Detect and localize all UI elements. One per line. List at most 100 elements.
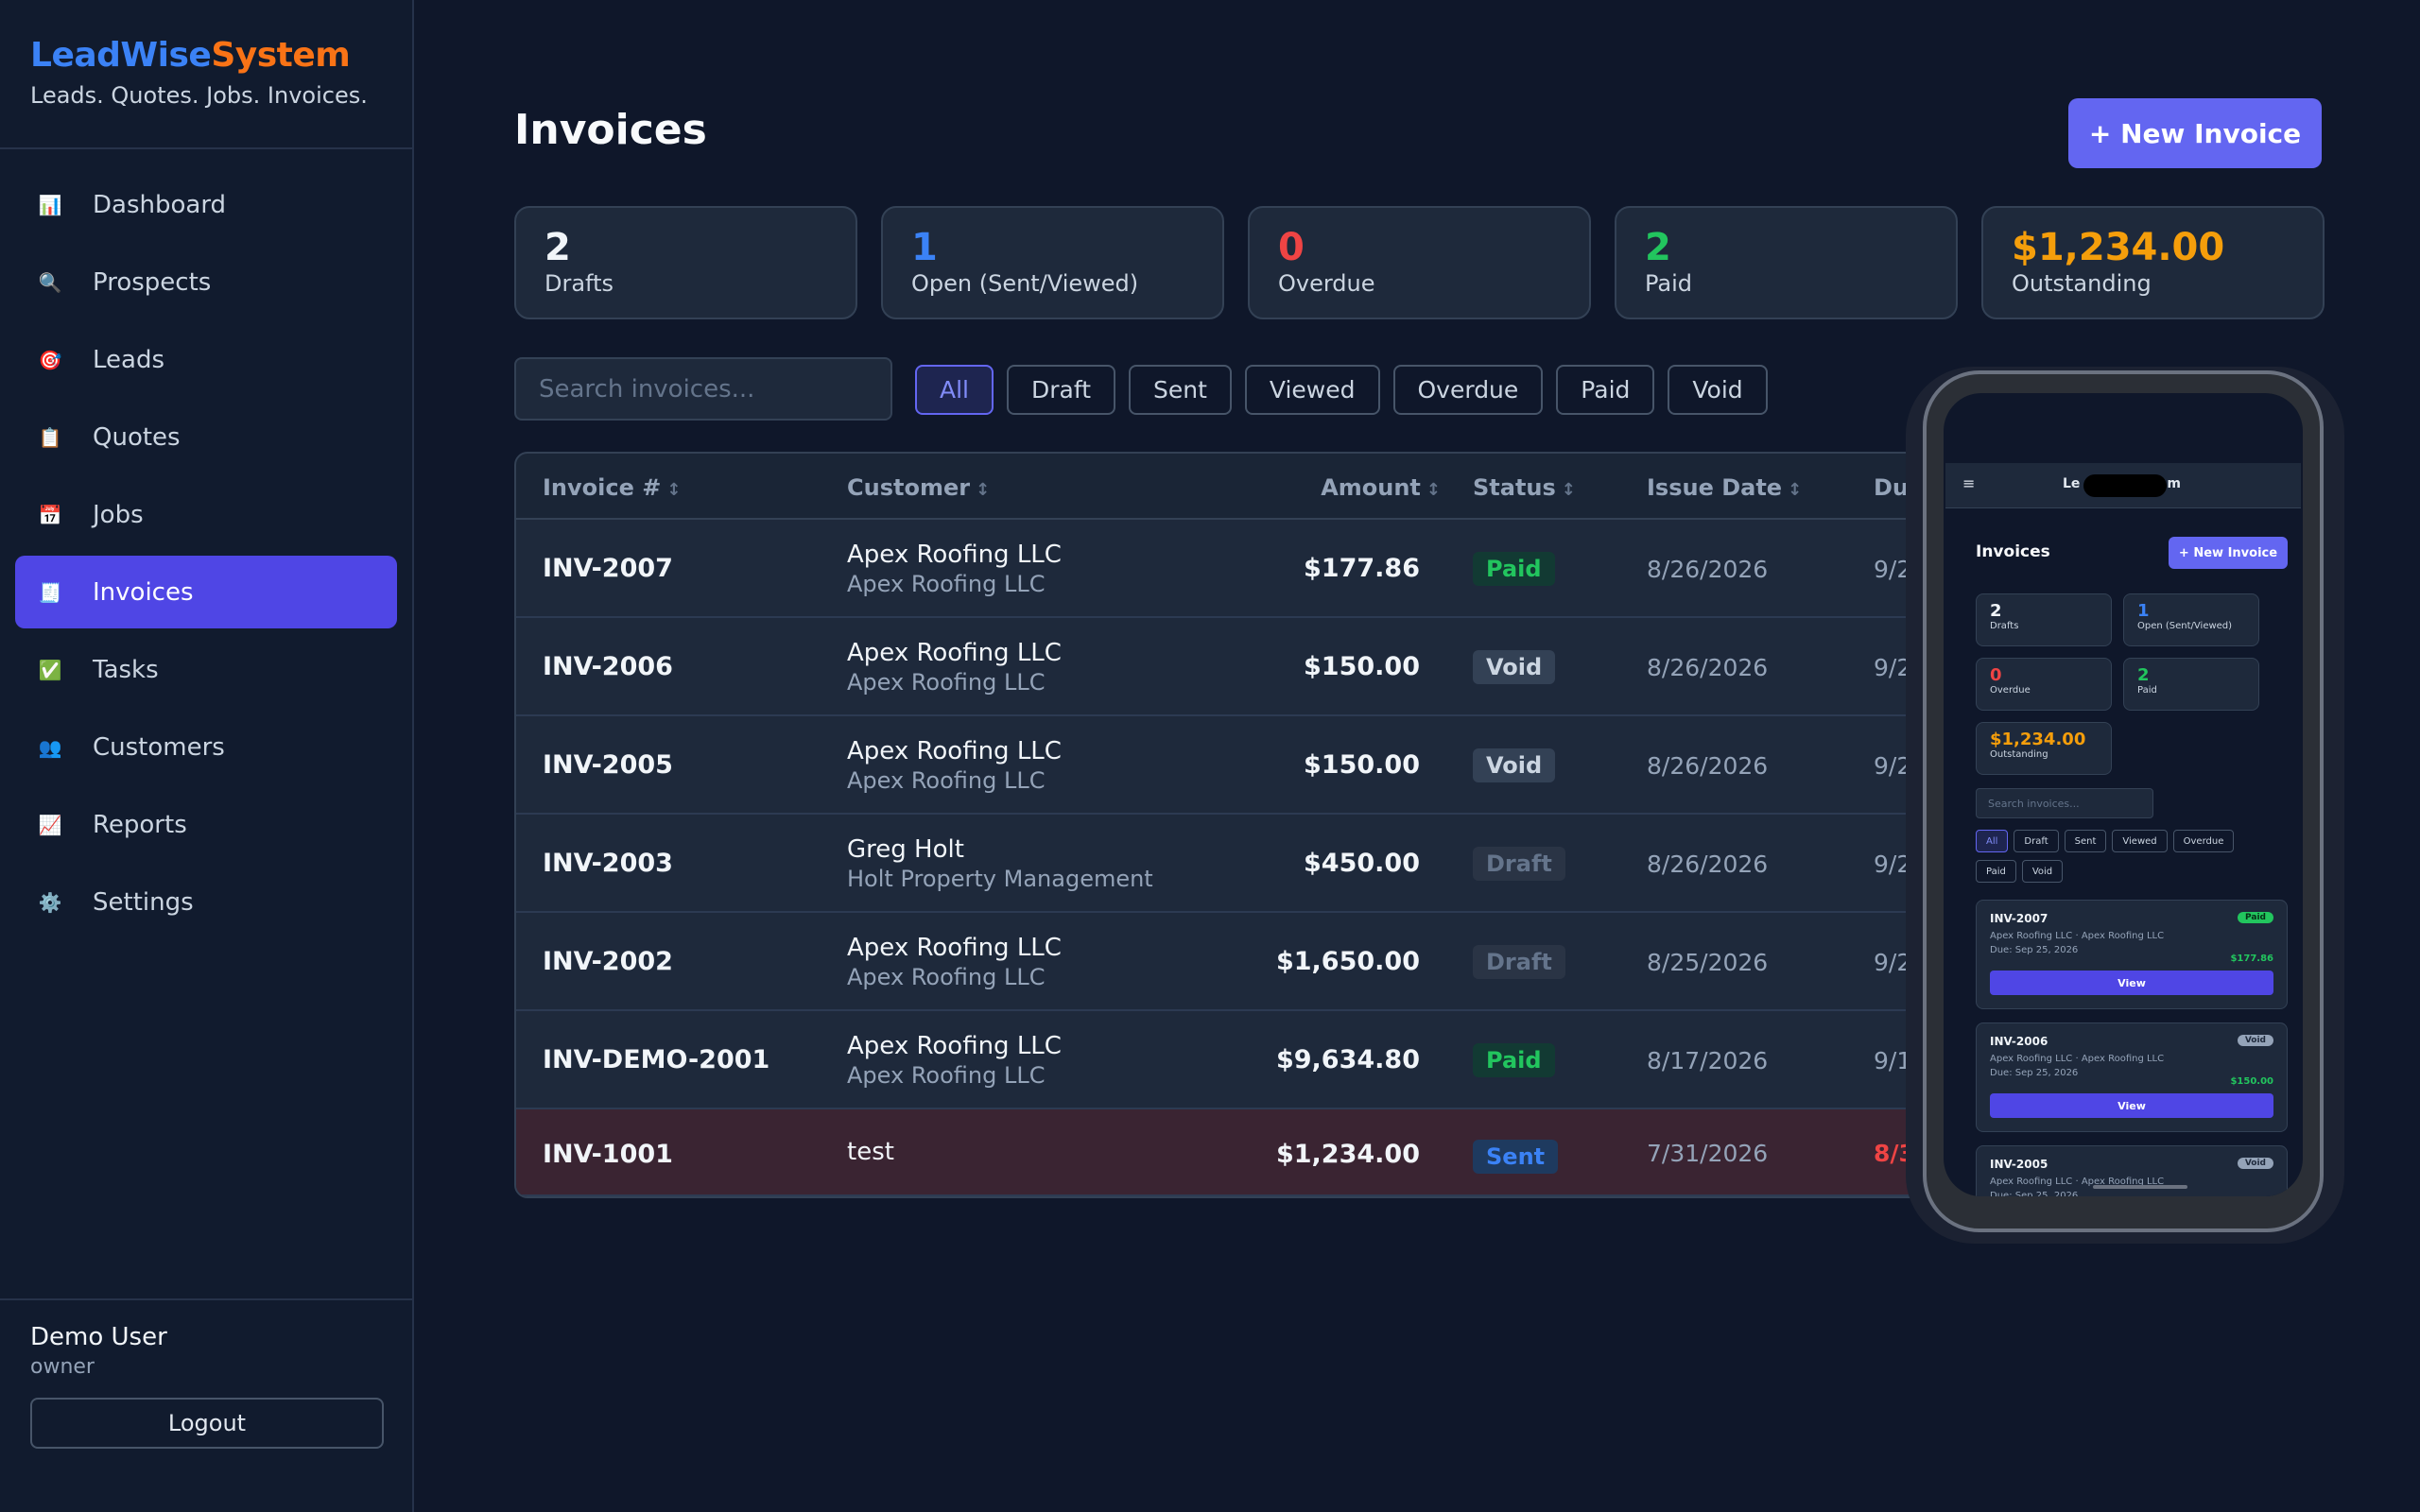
sidebar: LeadWiseSystem Leads. Quotes. Jobs. Invo… [0,0,414,1512]
filter-void[interactable]: Void [1668,365,1768,415]
filter-all[interactable]: All [915,365,994,415]
header-status[interactable]: Status ↕ [1473,474,1576,501]
mobile-filters-row1: All Draft Sent Viewed Overdue [1976,830,2278,852]
sidebar-item-invoices[interactable]: 🧾 Invoices [15,556,397,628]
mobile-filter-paid[interactable]: Paid [1976,860,2016,883]
quotes-icon: 📋 [38,425,62,449]
sidebar-item-jobs[interactable]: 📅 Jobs [15,478,397,551]
status-badge: Sent [1473,1140,1559,1174]
table-body: INV-2007 Apex Roofing LLC Apex Roofing L… [516,520,1968,1196]
stat-card: 1 Open (Sent/Viewed) [881,206,1224,319]
customers-icon: 👥 [38,735,62,759]
filter-sent[interactable]: Sent [1129,365,1232,415]
mobile-filter-draft[interactable]: Draft [2014,830,2059,852]
mobile-invoice-card[interactable]: INV-2007 Paid Apex Roofing LLC · Apex Ro… [1976,900,2288,1009]
new-invoice-button[interactable]: + New Invoice [2068,98,2322,168]
table-row[interactable]: INV-2005 Apex Roofing LLC Apex Roofing L… [516,716,1968,815]
customer-name: Apex Roofing LLC [847,737,1062,765]
mobile-invoice-card[interactable]: INV-2006 Void Apex Roofing LLC · Apex Ro… [1976,1022,2288,1132]
mobile-due-date: Due: Sep 25, 2026 [1990,1191,2079,1196]
invoice-number[interactable]: INV-DEMO-2001 [543,1045,769,1074]
invoice-number[interactable]: INV-2003 [543,849,673,878]
settings-icon: ⚙️ [38,890,62,914]
brand-logo[interactable]: LeadWiseSystem [30,36,382,75]
customer-company: Apex Roofing LLC [847,669,1046,696]
status-badge: Paid [1473,1043,1555,1077]
issue-date: 8/17/2026 [1647,1047,1769,1074]
logout-button[interactable]: Logout [30,1398,384,1449]
filter-overdue[interactable]: Overdue [1392,365,1544,415]
table-row[interactable]: INV-DEMO-2001 Apex Roofing LLC Apex Roof… [516,1011,1968,1109]
filter-draft[interactable]: Draft [1007,365,1116,415]
mobile-filter-viewed[interactable]: Viewed [2112,830,2168,852]
sidebar-item-reports[interactable]: 📈 Reports [15,788,397,861]
sidebar-item-label: Prospects [93,267,212,297]
search-input[interactable] [514,357,892,421]
sidebar-item-customers[interactable]: 👥 Customers [15,711,397,783]
table-row[interactable]: INV-2007 Apex Roofing LLC Apex Roofing L… [516,520,1968,618]
mobile-filter-sent[interactable]: Sent [2064,830,2107,852]
customer-company: Holt Property Management [847,866,1153,892]
header-customer[interactable]: Customer ↕ [847,474,990,501]
invoice-amount: $150.00 [1304,750,1420,780]
invoices-table: Invoice # ↕ Customer ↕ Amount ↕ Status ↕ Iss… [514,452,1970,1198]
stat-label: Outstanding [2012,270,2152,297]
invoice-number[interactable]: INV-2002 [543,947,673,976]
filter-viewed[interactable]: Viewed [1244,365,1380,415]
status-cell: Sent [1473,1140,1559,1174]
invoice-number[interactable]: INV-2007 [543,554,673,583]
header-amount[interactable]: Amount ↕ [1321,474,1441,501]
brand: LeadWiseSystem Leads. Quotes. Jobs. Invo… [0,0,412,149]
mobile-view-button[interactable]: View [1990,971,2273,995]
invoice-number[interactable]: INV-1001 [543,1140,673,1169]
mobile-stat-card: $1,234.00 Outstanding [1976,722,2112,775]
mobile-stat-card: 1 Open (Sent/Viewed) [2123,593,2259,646]
mobile-view-button[interactable]: View [1990,1093,2273,1118]
invoice-number[interactable]: INV-2006 [543,652,673,681]
mobile-brand-right: m [2167,476,2182,491]
table-row[interactable]: INV-2002 Apex Roofing LLC Apex Roofing L… [516,913,1968,1011]
sidebar-item-dashboard[interactable]: 📊 Dashboard [15,168,397,241]
customer-cell: Apex Roofing LLC Apex Roofing LLC [847,737,1062,794]
header-invoice[interactable]: Invoice # ↕ [543,474,681,501]
customer-cell: Apex Roofing LLC Apex Roofing LLC [847,1032,1062,1089]
status-cell: Paid [1473,552,1555,586]
issue-date: 8/26/2026 [1647,556,1769,583]
stat-card: $1,234.00 Outstanding [1981,206,2325,319]
header-issue-date[interactable]: Issue Date ↕ [1647,474,1802,501]
status-cell: Void [1473,748,1556,782]
status-badge: Void [1473,650,1556,684]
mobile-stat-value: 2 [2137,665,2150,685]
user-role: owner [30,1355,95,1379]
sidebar-item-label: Quotes [93,422,181,452]
filter-paid[interactable]: Paid [1556,365,1655,415]
stat-value: 2 [1645,226,1671,269]
sidebar-item-tasks[interactable]: ✅ Tasks [15,633,397,706]
mobile-stat-value: 1 [2137,601,2150,621]
sidebar-item-quotes[interactable]: 📋 Quotes [15,401,397,473]
mobile-filter-all[interactable]: All [1976,830,2009,852]
sort-icon: ↕ [1426,480,1441,500]
stat-card: 0 Overdue [1248,206,1591,319]
customer-company: Apex Roofing LLC [847,1062,1046,1089]
sidebar-item-settings[interactable]: ⚙️ Settings [15,866,397,938]
sidebar-item-leads[interactable]: 🎯 Leads [15,323,397,396]
sidebar-item-label: Tasks [93,655,159,684]
mobile-stat-card: 0 Overdue [1976,658,2112,711]
table-row[interactable]: INV-2003 Greg Holt Holt Property Managem… [516,815,1968,913]
table-row[interactable]: INV-1001 test $1,234.00 Sent 7/31/2026 8… [516,1109,1968,1196]
status-filters: All Draft Sent Viewed Overdue Paid Void [915,365,1768,415]
mobile-filter-void[interactable]: Void [2021,860,2064,883]
table-row[interactable]: INV-2006 Apex Roofing LLC Apex Roofing L… [516,618,1968,716]
mobile-stat-value: $1,234.00 [1990,730,2086,749]
page-title: Invoices [514,106,707,154]
mobile-new-invoice-button[interactable]: + New Invoice [2169,537,2288,569]
mobile-filter-overdue[interactable]: Overdue [2172,830,2235,852]
mobile-search-input[interactable] [1976,788,2153,818]
sidebar-item-label: Leads [93,345,165,374]
mobile-stat-card: 2 Drafts [1976,593,2112,646]
invoice-number[interactable]: INV-2005 [543,750,673,780]
stat-card: 2 Paid [1615,206,1958,319]
sidebar-item-prospects[interactable]: 🔍 Prospects [15,246,397,318]
hamburger-menu-icon[interactable]: ≡ [1962,474,1975,492]
